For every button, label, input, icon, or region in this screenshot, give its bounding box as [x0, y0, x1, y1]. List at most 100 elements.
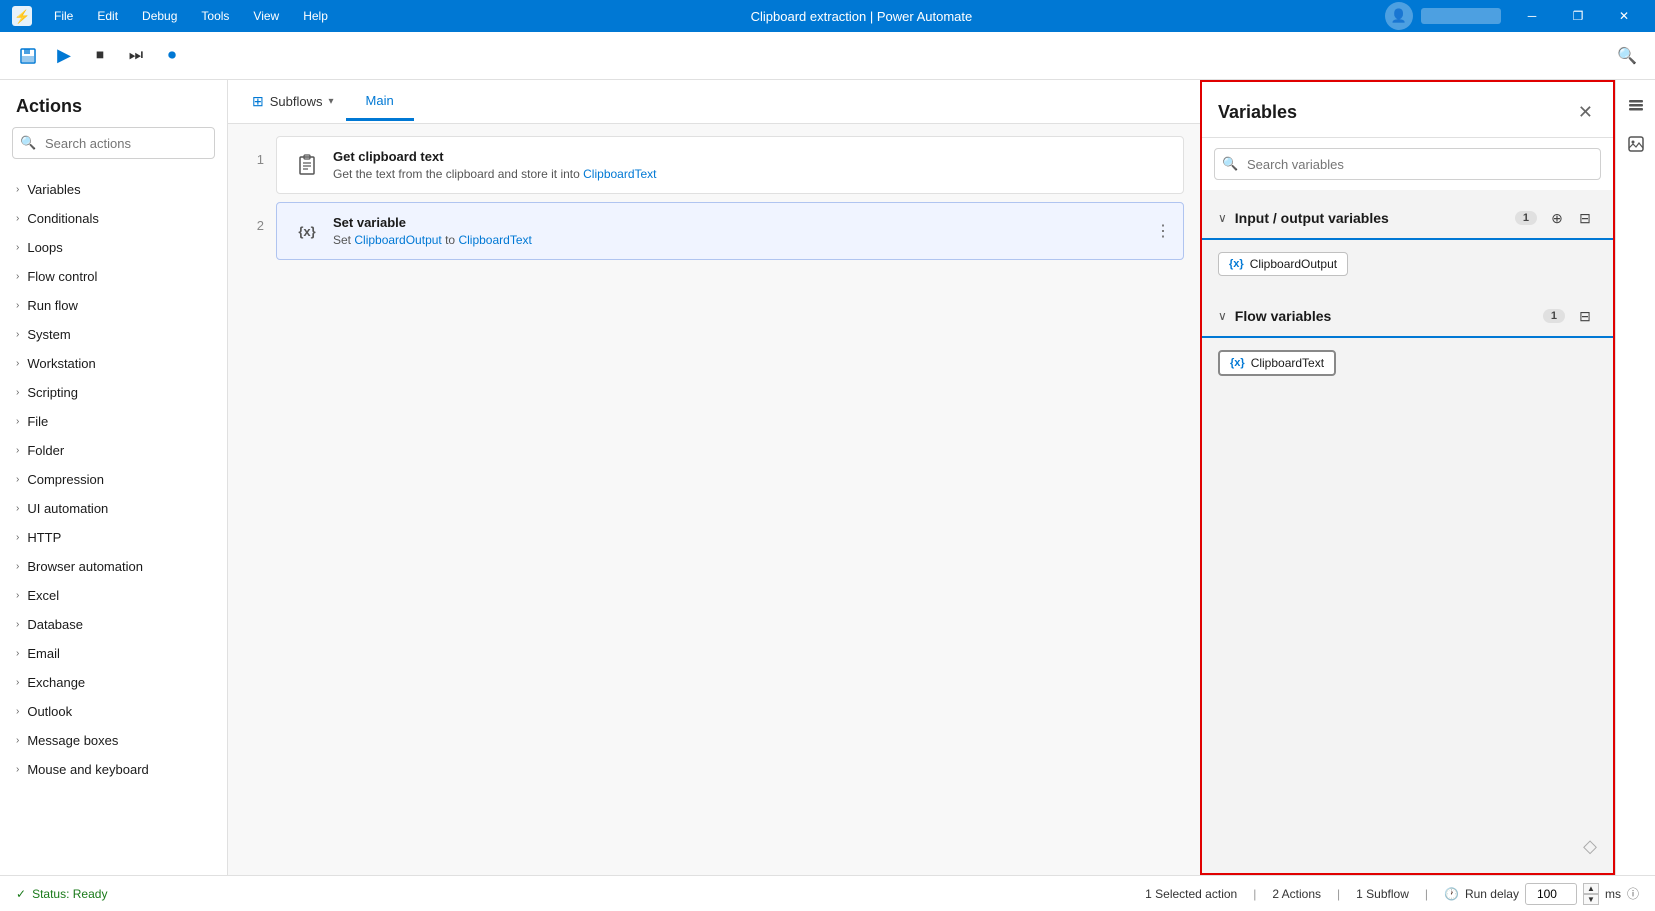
menu-bar: File Edit Debug Tools View Help — [44, 5, 338, 27]
step-2-link2[interactable]: ClipboardText — [458, 233, 531, 247]
sidebar-item-variables[interactable]: › Variables — [0, 175, 227, 204]
chevron-icon: › — [16, 561, 19, 572]
add-variable-button[interactable]: ⊕ — [1545, 206, 1569, 230]
record-button[interactable]: ⏺ — [156, 40, 188, 72]
chevron-icon: › — [16, 387, 19, 398]
run-button[interactable]: ▶ — [48, 40, 80, 72]
flow-variables-section-header[interactable]: ∨ Flow variables 1 ⊟ — [1202, 296, 1613, 336]
image-icon[interactable] — [1620, 128, 1652, 160]
clock-icon: 🕐 — [1444, 887, 1459, 901]
section-divider — [1202, 238, 1613, 240]
step-menu-button[interactable]: ⋮ — [1155, 221, 1171, 241]
sidebar-item-folder[interactable]: › Folder — [0, 436, 227, 465]
sidebar-item-browser-automation[interactable]: › Browser automation — [0, 552, 227, 581]
variables-close-button[interactable]: ✕ — [1574, 98, 1597, 127]
step-1-info: Get clipboard text Get the text from the… — [333, 149, 1167, 181]
menu-edit[interactable]: Edit — [87, 5, 128, 27]
step-card-2[interactable]: {x} Set variable Set ClipboardOutput to … — [276, 202, 1184, 260]
flow-filter-button[interactable]: ⊟ — [1573, 304, 1597, 328]
sidebar-item-loops[interactable]: › Loops — [0, 233, 227, 262]
sidebar-item-outlook[interactable]: › Outlook — [0, 697, 227, 726]
variables-content: ∨ Input / output variables 1 ⊕ ⊟ {x} Cli… — [1202, 190, 1613, 873]
sidebar-item-message-boxes[interactable]: › Message boxes — [0, 726, 227, 755]
sidebar-item-conditionals[interactable]: › Conditionals — [0, 204, 227, 233]
window-title: Clipboard extraction | Power Automate — [338, 9, 1385, 24]
input-output-section-header[interactable]: ∨ Input / output variables 1 ⊕ ⊟ — [1202, 198, 1613, 238]
tab-main[interactable]: Main — [346, 83, 414, 121]
canvas-content: 1 Get clipboard text — [228, 124, 1200, 875]
var-chip-icon: {x} — [1230, 357, 1245, 369]
run-delay-input[interactable] — [1525, 883, 1577, 905]
menu-view[interactable]: View — [243, 5, 289, 27]
sidebar-item-system[interactable]: › System — [0, 320, 227, 349]
step-card-1[interactable]: Get clipboard text Get the text from the… — [276, 136, 1184, 194]
section-actions: ⊟ — [1573, 304, 1597, 328]
subflows-dropdown-icon: ▾ — [328, 96, 333, 107]
right-sidebar — [1615, 80, 1655, 875]
chevron-icon: › — [16, 590, 19, 601]
sidebar-item-exchange[interactable]: › Exchange — [0, 668, 227, 697]
sidebar-item-excel[interactable]: › Excel — [0, 581, 227, 610]
step-2-title: Set variable — [333, 215, 1167, 230]
maximize-button[interactable]: ❐ — [1555, 0, 1601, 32]
spinner-up-button[interactable]: ▲ — [1583, 883, 1599, 894]
clipboard-output-chip[interactable]: {x} ClipboardOutput — [1218, 252, 1348, 276]
chevron-icon: › — [16, 532, 19, 543]
variables-title: Variables — [1218, 102, 1574, 123]
step-1-title: Get clipboard text — [333, 149, 1167, 164]
sidebar-item-scripting[interactable]: › Scripting — [0, 378, 227, 407]
sidebar-item-email[interactable]: › Email — [0, 639, 227, 668]
flow-variables-count-badge: 1 — [1543, 309, 1565, 323]
search-actions-input[interactable] — [12, 127, 215, 159]
step-2-link1[interactable]: ClipboardOutput — [354, 233, 441, 247]
sidebar-item-compression[interactable]: › Compression — [0, 465, 227, 494]
save-button[interactable] — [12, 40, 44, 72]
total-actions-text: 2 Actions — [1272, 887, 1321, 901]
actions-title: Actions — [0, 80, 227, 127]
input-output-section: ∨ Input / output variables 1 ⊕ ⊟ {x} Cli… — [1202, 198, 1613, 288]
layers-icon[interactable] — [1620, 88, 1652, 120]
minimize-button[interactable]: ─ — [1509, 0, 1555, 32]
menu-tools[interactable]: Tools — [191, 5, 239, 27]
close-button[interactable]: ✕ — [1601, 0, 1647, 32]
stop-button[interactable]: ⏹ — [84, 40, 116, 72]
step-2-desc: Set ClipboardOutput to ClipboardText — [333, 233, 1167, 247]
sidebar-item-flow-control[interactable]: › Flow control — [0, 262, 227, 291]
info-icon[interactable]: ⓘ — [1627, 885, 1639, 902]
search-button[interactable]: 🔍 — [1611, 40, 1643, 72]
status-bar: ✓ Status: Ready 1 Selected action | 2 Ac… — [0, 875, 1655, 911]
selected-actions-text: 1 Selected action — [1145, 887, 1237, 901]
flow-variable-chips: {x} ClipboardText — [1202, 346, 1613, 388]
spinner-down-button[interactable]: ▼ — [1583, 894, 1599, 905]
menu-debug[interactable]: Debug — [132, 5, 187, 27]
search-variables-input[interactable] — [1214, 148, 1601, 180]
menu-help[interactable]: Help — [293, 5, 338, 27]
subflows-label: Subflows — [270, 94, 323, 109]
user-account-icon[interactable]: 👤 — [1385, 2, 1413, 30]
status-divider: | — [1253, 887, 1256, 901]
sidebar-item-mouse-keyboard[interactable]: › Mouse and keyboard — [0, 755, 227, 784]
sidebar-item-run-flow[interactable]: › Run flow — [0, 291, 227, 320]
spinner-buttons: ▲ ▼ — [1583, 883, 1599, 905]
flow-step-1: 1 Get clipboard text — [244, 136, 1184, 194]
step-1-link[interactable]: ClipboardText — [583, 167, 656, 181]
sidebar-item-file[interactable]: › File — [0, 407, 227, 436]
step-number-2: 2 — [244, 218, 264, 233]
chevron-icon: › — [16, 474, 19, 485]
menu-file[interactable]: File — [44, 5, 83, 27]
chevron-icon: › — [16, 271, 19, 282]
next-button[interactable]: ⏭ — [120, 40, 152, 72]
clipboard-text-chip[interactable]: {x} ClipboardText — [1218, 350, 1336, 376]
sidebar-item-database[interactable]: › Database — [0, 610, 227, 639]
app-icon: ⚡ — [8, 2, 36, 30]
canvas-area: ⊞ Subflows ▾ Main 1 — [228, 80, 1200, 875]
filter-button[interactable]: ⊟ — [1573, 206, 1597, 230]
sidebar-item-http[interactable]: › HTTP — [0, 523, 227, 552]
sidebar-item-workstation[interactable]: › Workstation — [0, 349, 227, 378]
subflows-button[interactable]: ⊞ Subflows ▾ — [240, 85, 346, 118]
step-1-desc: Get the text from the clipboard and stor… — [333, 167, 1167, 181]
chevron-icon: › — [16, 764, 19, 775]
clipboard-icon — [293, 151, 321, 179]
subflows-icon: ⊞ — [252, 93, 264, 110]
sidebar-item-ui-automation[interactable]: › UI automation — [0, 494, 227, 523]
